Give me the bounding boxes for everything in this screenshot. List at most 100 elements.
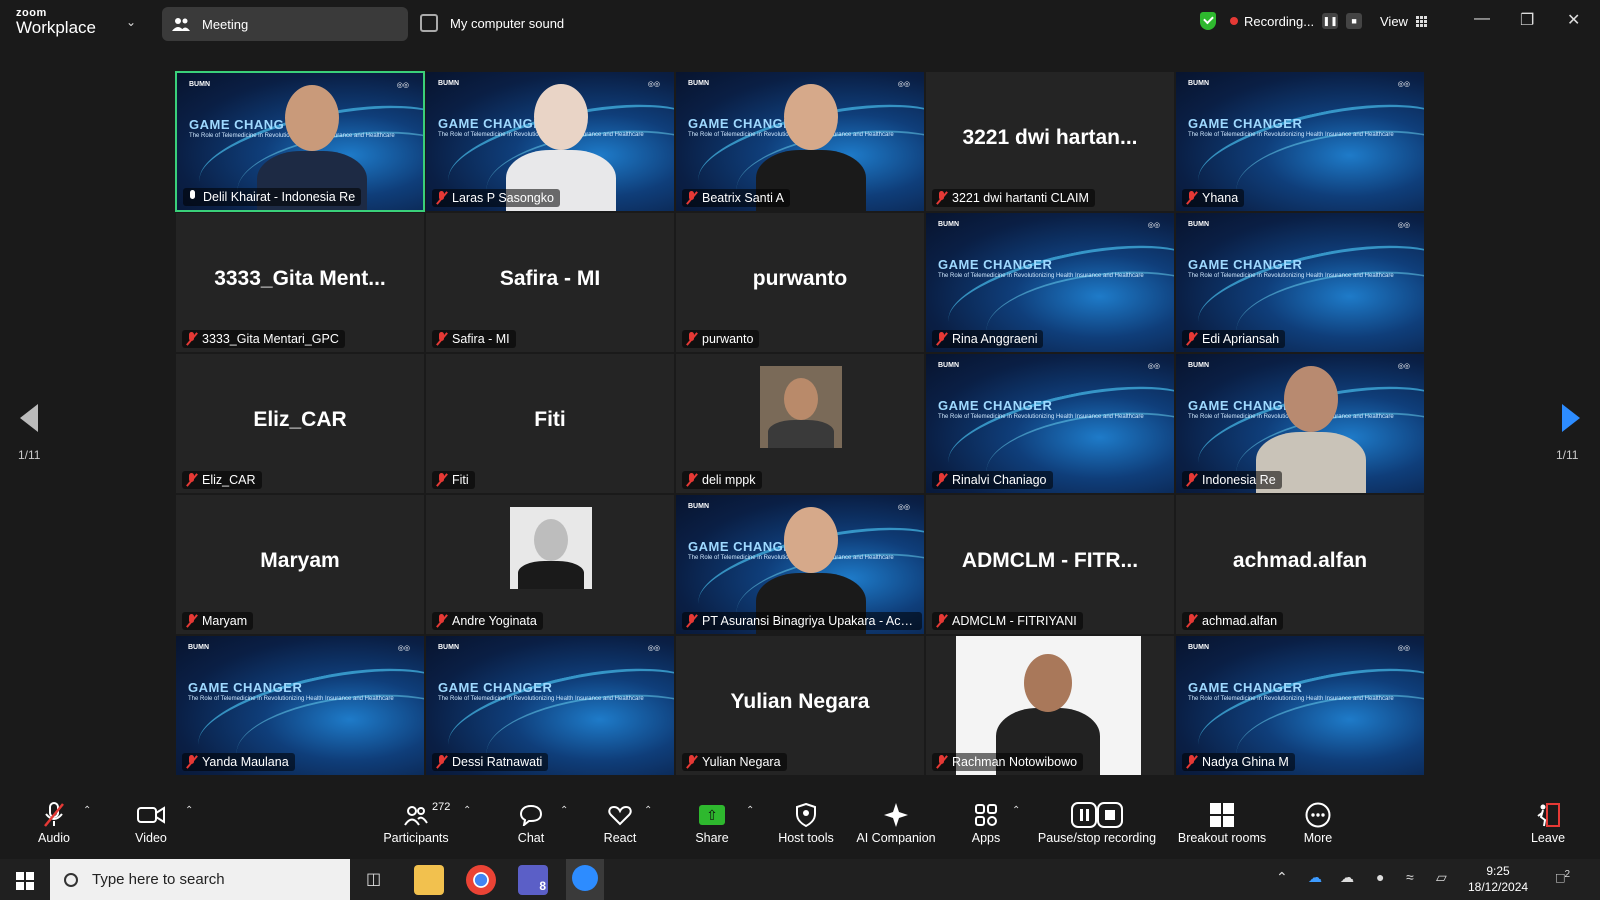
search-icon [64, 872, 78, 887]
participants-button[interactable]: 272 Participants [380, 801, 452, 845]
chat-caret-icon[interactable]: ⌃ [560, 805, 568, 816]
audio-label: Audio [38, 831, 70, 845]
chat-label: Chat [517, 831, 545, 845]
participant-tile[interactable]: BUMN ◎◎ GAME CHANGER The Role of Telemedici… [1175, 635, 1425, 776]
restore-icon[interactable]: ❐ [1520, 10, 1534, 30]
pause-recording-button[interactable]: ❚❚ [1322, 13, 1339, 29]
meeting-tab[interactable]: Meeting [162, 7, 408, 41]
participant-tile[interactable]: BUMN ◎◎ GAME CHANGER The Role of Telemedici… [675, 71, 925, 212]
participant-tile[interactable]: BUMN ◎◎ GAME CHANGER The Role of Telemedici… [425, 71, 675, 212]
prev-page-icon[interactable] [20, 404, 38, 432]
participant-display-name: Maryam [260, 549, 340, 572]
participants-caret-icon[interactable]: ⌃ [463, 805, 471, 816]
file-explorer-icon[interactable] [414, 865, 444, 895]
close-icon[interactable]: ✕ [1567, 10, 1580, 30]
mic-muted-icon [936, 473, 946, 487]
partner-logo-icon: ◎◎ [1147, 222, 1160, 229]
react-button[interactable]: React [598, 801, 642, 845]
participant-display-name: 3221 dwi hartan... [962, 126, 1138, 149]
participant-tile[interactable]: ADMCLM - FITR... ADMCLM - FITRIYANI [925, 494, 1175, 635]
participant-tile[interactable]: deli mppk [675, 353, 925, 494]
share-button[interactable]: ⇧ Share [692, 801, 732, 845]
cloud-sync-icon[interactable]: ☁ [1340, 869, 1354, 886]
mic-muted-icon [936, 191, 946, 205]
notification-icon[interactable]: □2 [1556, 869, 1570, 886]
chat-icon [511, 801, 551, 829]
participant-name-label: Nadya Ghina M [1182, 753, 1295, 771]
partner-logo-icon: ◎◎ [1397, 363, 1410, 370]
recording-dot-icon [1230, 17, 1238, 25]
windows-start-icon[interactable] [16, 872, 34, 890]
bumn-logo: BUMN [938, 221, 959, 228]
audio-caret-icon[interactable]: ⌃ [83, 805, 91, 816]
camera-icon [131, 801, 171, 829]
participant-tile[interactable]: Safira - MI Safira - MI [425, 212, 675, 353]
participant-tile[interactable]: Andre Yoginata [425, 494, 675, 635]
participant-name-label: Yanda Maulana [182, 753, 295, 771]
minimize-icon[interactable]: — [1474, 10, 1490, 28]
chat-button[interactable]: Chat [511, 801, 551, 845]
participant-tile[interactable]: BUMN ◎◎ GAME CHANGER The Role of Telemedici… [1175, 212, 1425, 353]
participants-label: Participants [383, 831, 449, 845]
pause-stop-recording-button[interactable]: Pause/stop recording [1034, 801, 1160, 845]
leave-button[interactable]: Leave [1528, 801, 1568, 845]
video-caret-icon[interactable]: ⌃ [185, 805, 193, 816]
participant-tile[interactable]: BUMN ◎◎ GAME CHANGER The Role of Telemedici… [925, 353, 1175, 494]
participant-tile[interactable]: Fiti Fiti [425, 353, 675, 494]
apps-caret-icon[interactable]: ⌃ [1012, 805, 1020, 816]
participant-name: Delil Khairat - Indonesia Re [203, 190, 356, 204]
next-page-icon[interactable] [1562, 404, 1580, 432]
computer-sound-indicator[interactable]: My computer sound [420, 14, 564, 32]
participant-tile[interactable]: 3333_Gita Ment... 3333_Gita Mentari_GPC [175, 212, 425, 353]
participant-display-name: 3333_Gita Ment... [214, 267, 386, 290]
participant-tile[interactable]: Eliz_CAR Eliz_CAR [175, 353, 425, 494]
participant-tile[interactable]: Maryam Maryam [175, 494, 425, 635]
task-view-icon[interactable]: ◫ [366, 869, 381, 889]
partner-logo-icon: ◎◎ [1397, 81, 1410, 88]
mic-muted-icon [686, 614, 696, 628]
mic-muted-icon [436, 332, 446, 346]
taskbar-search-input[interactable]: Type here to search [50, 859, 350, 900]
view-button[interactable]: View [1380, 14, 1427, 29]
participant-tile[interactable]: BUMN ◎◎ GAME CHANGER The Role of Telemedici… [175, 635, 425, 776]
participant-tile[interactable]: Yulian Negara Yulian Negara [675, 635, 925, 776]
participant-tile[interactable]: achmad.alfan achmad.alfan [1175, 494, 1425, 635]
participant-tile[interactable]: purwanto purwanto [675, 212, 925, 353]
system-clock[interactable]: 9:25 18/12/2024 [1468, 863, 1528, 895]
participant-tile[interactable]: BUMN ◎◎ GAME CHANGER The Role of Telemedici… [1175, 71, 1425, 212]
participant-tile[interactable]: BUMN ◎◎ GAME CHANGER The Role of Telemedici… [425, 635, 675, 776]
audio-button[interactable]: Audio [34, 801, 74, 845]
participant-name-label: Maryam [182, 612, 254, 630]
partner-logo-icon: ◎◎ [1147, 363, 1160, 370]
chrome-icon[interactable] [466, 865, 496, 895]
video-button[interactable]: Video [131, 801, 171, 845]
more-button[interactable]: More [1296, 801, 1340, 845]
participant-display-name: Eliz_CAR [253, 408, 347, 431]
participant-display-name: Yulian Negara [730, 690, 870, 713]
react-caret-icon[interactable]: ⌃ [644, 805, 652, 816]
participant-name: Edi Apriansah [1202, 332, 1280, 346]
participant-name-label: 3333_Gita Mentari_GPC [182, 330, 345, 348]
tray-chevron-icon[interactable]: ⌃ [1276, 869, 1288, 886]
microphone-tray-icon[interactable]: ● [1376, 869, 1384, 885]
stop-recording-button[interactable]: ■ [1346, 13, 1363, 29]
participant-tile[interactable]: 3221 dwi hartan... 3221 dwi hartanti CLAI… [925, 71, 1175, 212]
ai-companion-button[interactable]: AI Companion [854, 801, 938, 845]
participant-name-label: ADMCLM - FITRIYANI [932, 612, 1083, 630]
bumn-logo: BUMN [1188, 80, 1209, 87]
volume-icon[interactable]: ▱ [1436, 869, 1447, 886]
participant-tile[interactable]: BUMN ◎◎ GAME CHANGER The Role of Telemedici… [1175, 353, 1425, 494]
participant-tile[interactable]: BUMN ◎◎ GAME CHANGER The Role of Telemedici… [925, 212, 1175, 353]
onedrive-icon[interactable]: ☁ [1308, 869, 1322, 886]
participant-tile[interactable]: Rachman Notowibowo [925, 635, 1175, 776]
host-tools-button[interactable]: Host tools [776, 801, 836, 845]
participant-tile[interactable]: BUMN ◎◎ GAME CHANGER The Role of Telemedici… [675, 494, 925, 635]
chevron-down-icon[interactable]: ⌄ [126, 15, 136, 29]
breakout-rooms-button[interactable]: Breakout rooms [1172, 801, 1272, 845]
share-caret-icon[interactable]: ⌃ [746, 805, 754, 816]
teams-icon[interactable]: 8 [518, 865, 548, 895]
zoom-taskbar-slot[interactable] [566, 859, 604, 900]
participant-tile[interactable]: BUMN ◎◎ GAME CHANG The Role of Telemedicine… [175, 71, 425, 212]
wifi-icon[interactable]: ≈ [1406, 869, 1414, 885]
apps-button[interactable]: Apps [966, 801, 1006, 845]
